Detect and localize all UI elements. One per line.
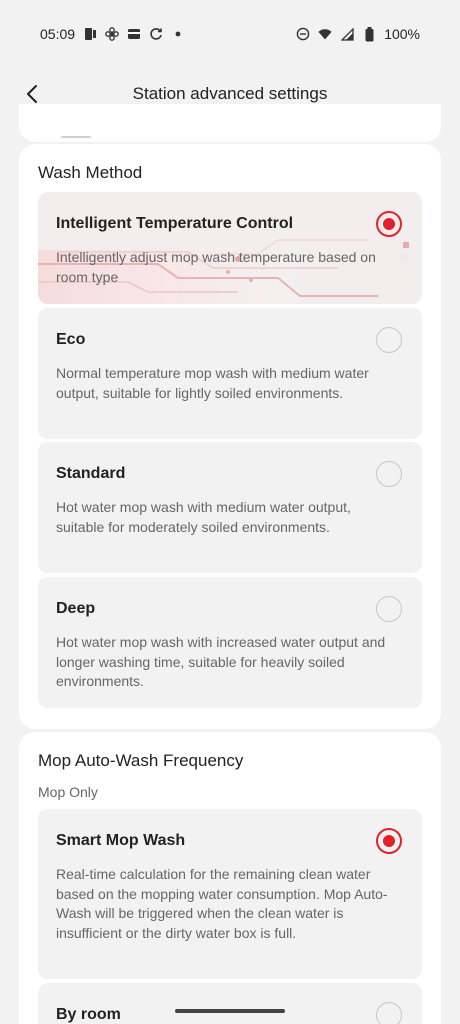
signal-icon — [340, 27, 354, 41]
status-time: 05:09 — [40, 26, 76, 42]
option-title: Deep — [56, 600, 96, 617]
chevron-left-icon — [27, 85, 37, 103]
option-title: Smart Mop Wash — [56, 832, 186, 849]
option-title: Standard — [56, 465, 126, 482]
wash-option-eco[interactable]: Eco Normal temperature mop wash with med… — [38, 308, 422, 439]
wash-method-card: Wash Method Intelligent Temperature Cont… — [19, 144, 441, 729]
wash-option-deep[interactable]: Deep Hot water mop wash with increased w… — [38, 577, 422, 708]
sim-icon — [83, 27, 97, 41]
mop-frequency-card: Mop Auto-Wash Frequency Mop Only Smart M… — [19, 732, 441, 1024]
option-description: Real-time calculation for the remaining … — [56, 866, 388, 941]
previous-settings-card — [19, 104, 441, 142]
dot-icon — [171, 27, 185, 41]
option-description: Hot water mop wash with medium water out… — [56, 499, 351, 535]
mop-frequency-subtitle: Mop Only — [38, 784, 98, 800]
radio-unselected[interactable] — [376, 596, 402, 622]
radio-selected[interactable] — [376, 211, 402, 237]
frequency-option-by-room[interactable]: By room — [38, 983, 422, 1024]
radio-selected[interactable] — [376, 828, 402, 854]
frequency-option-smart[interactable]: Smart Mop Wash Real-time calculation for… — [38, 809, 422, 979]
wash-option-standard[interactable]: Standard Hot water mop wash with medium … — [38, 442, 422, 573]
option-description: Intelligently adjust mop wash temperatur… — [56, 249, 376, 285]
wash-option-intelligent[interactable]: Intelligent Temperature Control Intellig… — [38, 192, 422, 304]
option-description: Normal temperature mop wash with medium … — [56, 365, 369, 401]
option-title: Intelligent Temperature Control — [56, 215, 294, 232]
option-title: By room — [56, 1006, 121, 1023]
radio-unselected[interactable] — [376, 461, 402, 487]
status-right: 100% — [296, 26, 420, 42]
option-title: Eco — [56, 331, 86, 348]
page-title: Station advanced settings — [132, 84, 328, 103]
radio-unselected[interactable] — [376, 1002, 402, 1024]
sync-icon — [149, 27, 163, 41]
wash-method-title: Wash Method — [38, 163, 143, 182]
fan-icon — [105, 27, 119, 41]
radio-unselected[interactable] — [376, 327, 402, 353]
screen: 05:09 100% Station advanced settings Was… — [0, 0, 460, 1024]
clipped-text — [61, 136, 91, 138]
card-icon — [127, 27, 141, 41]
battery-percent: 100% — [384, 26, 420, 42]
dnd-icon — [296, 27, 310, 41]
status-bar: 05:09 100% — [0, 0, 460, 68]
status-left: 05:09 — [40, 26, 185, 42]
mop-frequency-title: Mop Auto-Wash Frequency — [38, 751, 244, 770]
wifi-icon — [318, 27, 332, 41]
option-description: Hot water mop wash with increased water … — [56, 634, 386, 689]
battery-icon — [362, 26, 376, 41]
home-indicator[interactable] — [175, 1009, 285, 1013]
